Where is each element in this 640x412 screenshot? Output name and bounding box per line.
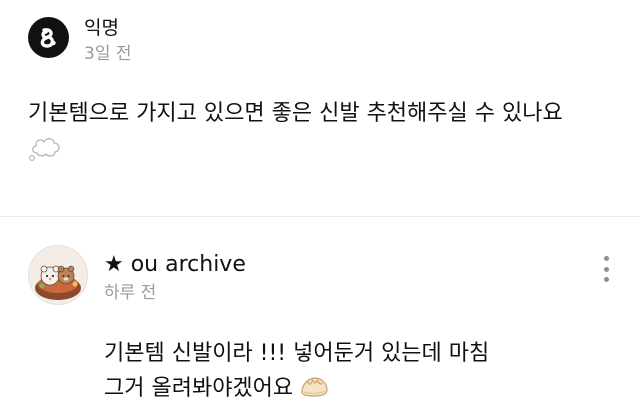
more-vertical-icon-dot (603, 266, 609, 272)
comment-body: 기본템 신발이라 !!! 넣어둔거 있는데 마침 그거 올려봐야겠어요 (104, 336, 489, 406)
section-divider (0, 216, 640, 217)
commenter-avatar[interactable] (28, 245, 88, 305)
dumpling-icon (301, 377, 328, 397)
more-vertical-icon (603, 256, 609, 261)
comment-timestamp: 하루 전 (104, 283, 157, 303)
thought-bubble-icon (28, 138, 60, 162)
post: 익명 3일 전 기본템으로 가지고 있으면 좋은 신발 추천해주실 수 있나요 (0, 0, 640, 216)
comment-line: 그거 올려봐야겠어요 (104, 376, 294, 401)
bear-food-avatar (29, 246, 87, 304)
comment-line: 기본템 신발이라 !!! 넣어둔거 있는데 마침 (104, 341, 490, 366)
anonymous-logo-icon (40, 27, 56, 48)
comment-line-with-emoji: 그거 올려봐야겠어요 (104, 371, 489, 406)
post-body-text: 기본템으로 가지고 있으면 좋은 신발 추천해주실 수 있나요 (28, 101, 563, 126)
more-options-button[interactable] (595, 254, 617, 284)
anonymous-avatar[interactable] (28, 17, 69, 58)
more-vertical-icon-dot (603, 277, 609, 282)
comment-author-name[interactable]: ★ ou archive (104, 252, 246, 278)
post-author-name[interactable]: 익명 (84, 17, 119, 39)
post-timestamp: 3일 전 (84, 44, 132, 64)
